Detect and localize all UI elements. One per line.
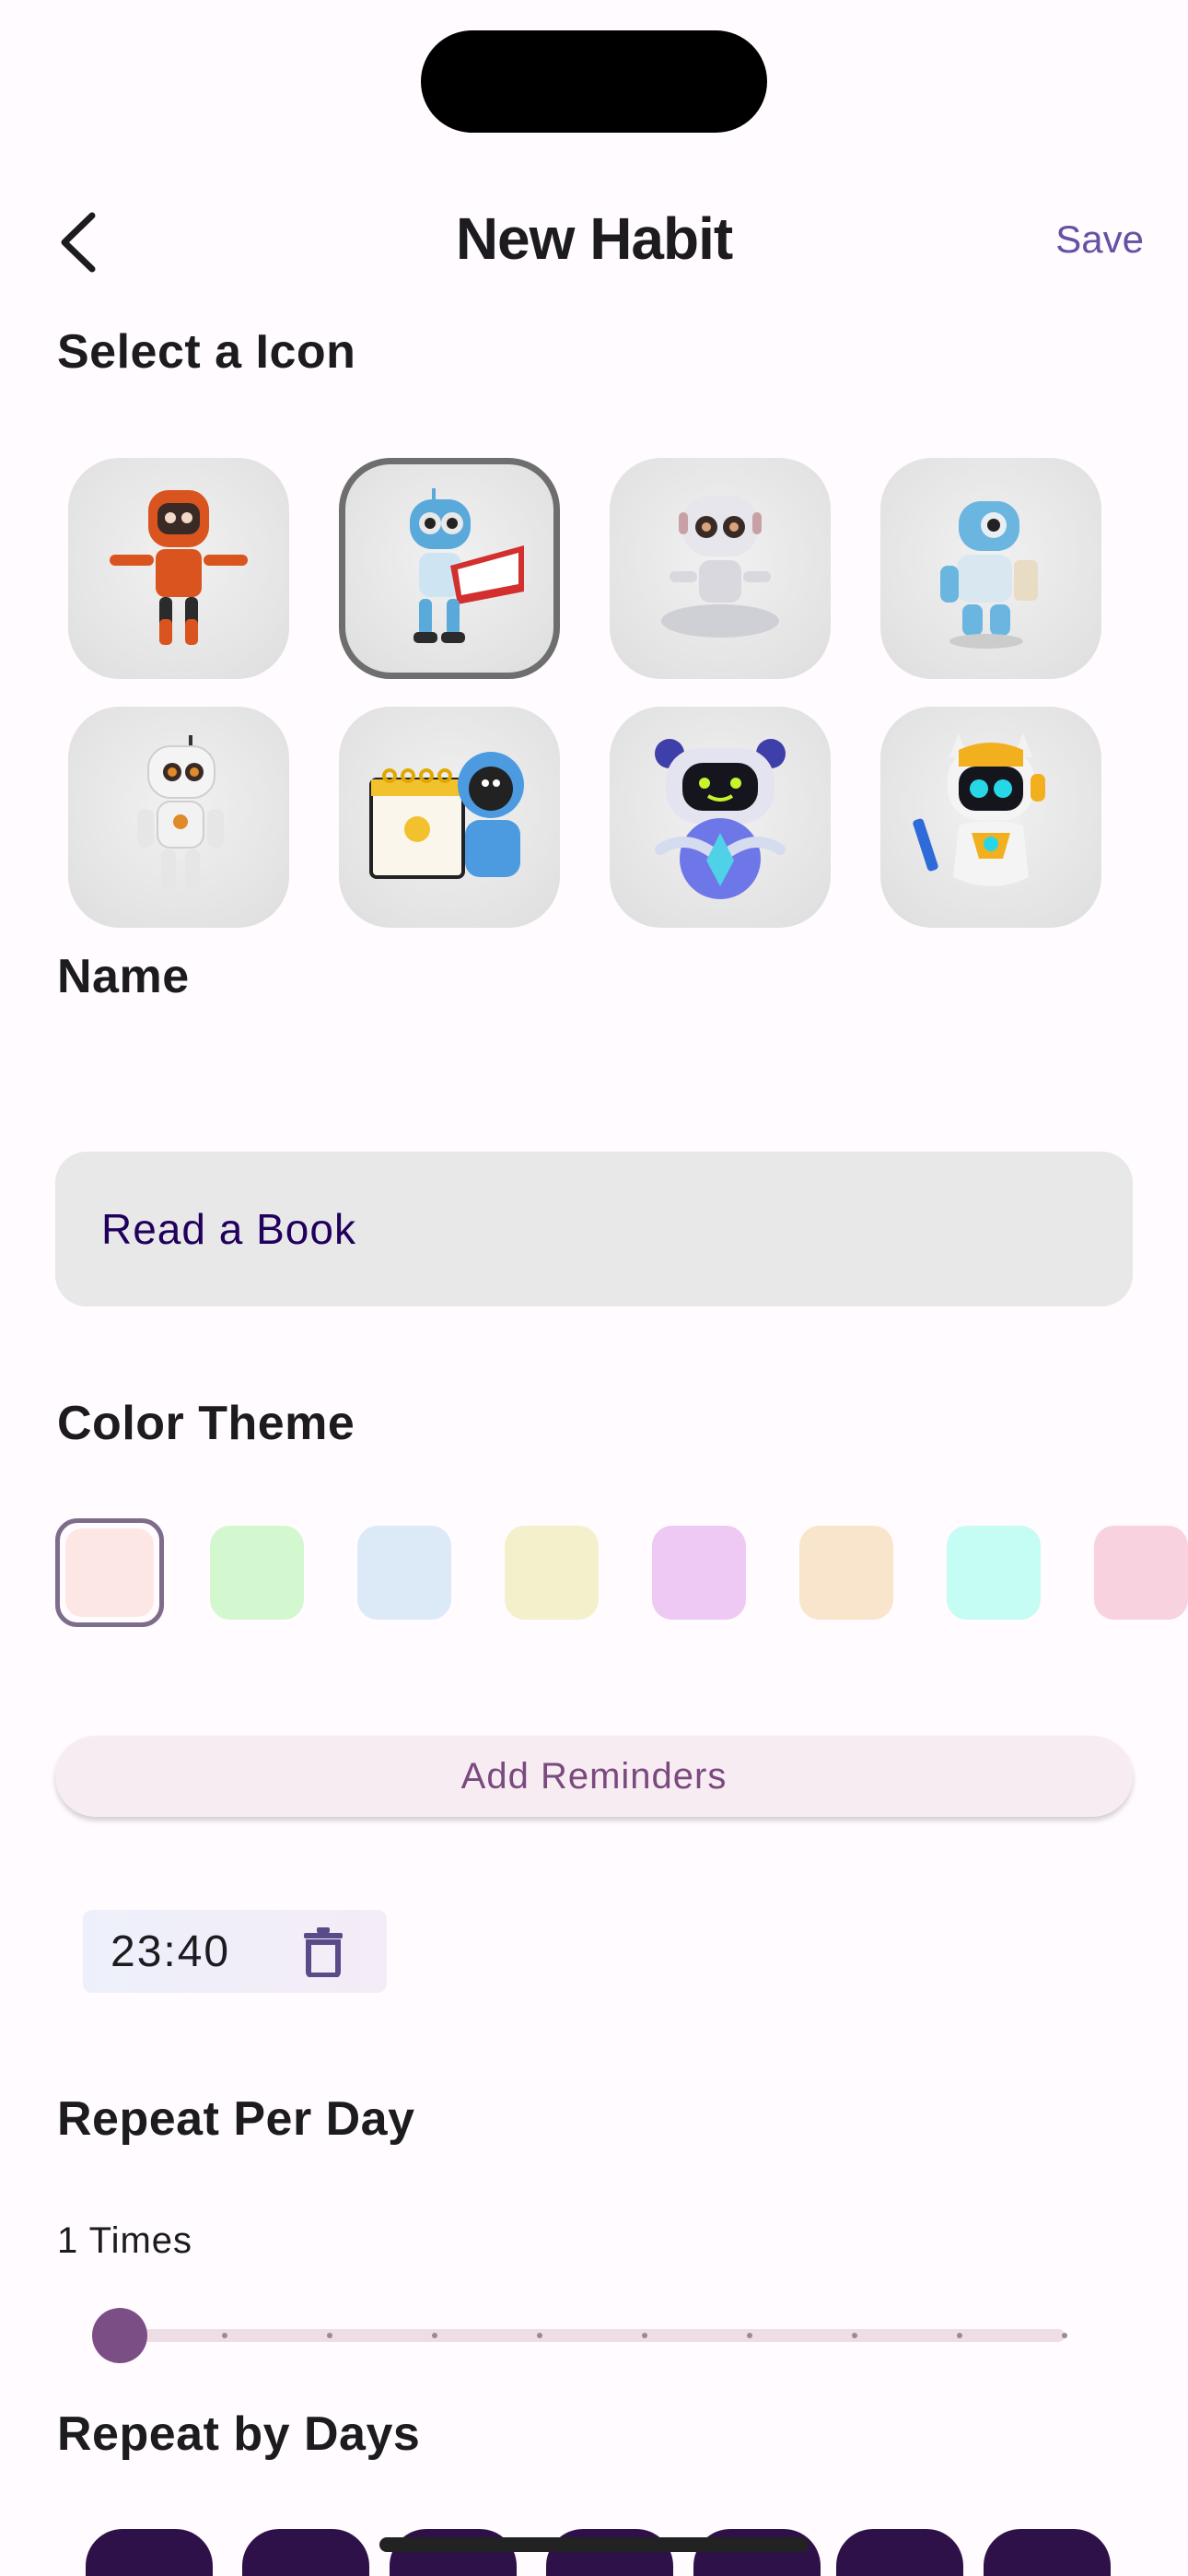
page-title: New Habit	[455, 205, 733, 272]
blue-ai-robot-icon	[655, 739, 786, 899]
calendar-robot-icon	[369, 752, 524, 879]
dynamic-island	[421, 30, 767, 133]
slider-tick	[747, 2333, 752, 2338]
color-theme-heading: Color Theme	[57, 1397, 355, 1450]
orange-robot-icon	[110, 490, 248, 645]
habit-name-input[interactable]	[99, 1203, 1133, 1255]
delete-reminder-button[interactable]	[293, 1921, 354, 1982]
reading-robot-icon	[410, 488, 524, 643]
swatch-fill	[65, 1528, 154, 1617]
day-button-6[interactable]	[836, 2529, 963, 2576]
drinking-robot-icon	[940, 501, 1038, 649]
icon-option-meditating-robot[interactable]	[610, 458, 831, 679]
icon-option-white-robot[interactable]	[68, 707, 289, 928]
reminder-time[interactable]: 23:40	[111, 1926, 230, 1977]
color-swatch-7[interactable]	[939, 1518, 1048, 1627]
add-reminders-button[interactable]: Add Reminders	[55, 1736, 1133, 1817]
icon-grid	[68, 458, 1101, 928]
slider-tick	[432, 2333, 437, 2338]
day-button-7[interactable]	[984, 2529, 1111, 2576]
slider-tick	[852, 2333, 857, 2338]
day-button-5[interactable]	[693, 2529, 821, 2576]
name-heading: Name	[57, 950, 190, 1003]
icon-option-blue-ai-robot[interactable]	[610, 707, 831, 928]
icon-option-yellow-writing-robot[interactable]	[880, 707, 1101, 928]
slider-tick	[327, 2333, 332, 2338]
repeat-per-day-heading: Repeat Per Day	[57, 2092, 415, 2146]
slider-tick	[537, 2333, 542, 2338]
icon-option-calendar-robot[interactable]	[339, 707, 560, 928]
color-swatch-3[interactable]	[350, 1518, 459, 1627]
white-robot-icon	[137, 735, 224, 890]
reminder-chip: 23:40	[83, 1910, 387, 1993]
icon-option-orange-robot[interactable]	[68, 458, 289, 679]
swatch-fill	[652, 1526, 746, 1620]
save-button[interactable]: Save	[1055, 217, 1144, 262]
color-swatch-5[interactable]	[645, 1518, 753, 1627]
name-field[interactable]	[55, 1152, 1133, 1306]
swatch-fill	[947, 1526, 1041, 1620]
app-bar: New Habit Save	[0, 184, 1188, 304]
slider-tick	[957, 2333, 962, 2338]
repeat-per-day-slider[interactable]	[92, 2308, 1067, 2363]
color-swatch-4[interactable]	[497, 1518, 606, 1627]
yellow-writing-robot-icon	[913, 733, 1045, 886]
swatch-fill	[799, 1526, 893, 1620]
icon-option-reading-robot[interactable]	[339, 458, 560, 679]
repeat-by-days-heading: Repeat by Days	[57, 2407, 421, 2461]
slider-tick	[642, 2333, 647, 2338]
swatch-fill	[505, 1526, 599, 1620]
color-swatch-2[interactable]	[203, 1518, 311, 1627]
new-habit-screen: New Habit Save Select a Icon Name Read a…	[0, 0, 1188, 2576]
day-button-4[interactable]	[546, 2529, 673, 2576]
slider-tick	[222, 2333, 227, 2338]
slider-track	[120, 2329, 1065, 2342]
color-swatch-1[interactable]	[55, 1518, 164, 1627]
select-icon-heading: Select a Icon	[57, 325, 356, 379]
meditating-robot-icon	[661, 496, 779, 638]
swatch-fill	[1094, 1526, 1188, 1620]
day-button-1[interactable]	[86, 2529, 213, 2576]
slider-thumb[interactable]	[92, 2308, 147, 2363]
swatch-fill	[210, 1526, 304, 1620]
trash-icon	[304, 1927, 343, 1977]
repeat-count-label: 1 Times	[57, 2220, 193, 2261]
color-swatch-6[interactable]	[792, 1518, 901, 1627]
home-indicator	[379, 2537, 809, 2552]
day-buttons-row	[86, 2529, 1111, 2576]
color-swatch-8[interactable]	[1087, 1518, 1188, 1627]
swatch-fill	[357, 1526, 451, 1620]
day-button-2[interactable]	[242, 2529, 369, 2576]
icon-option-drinking-robot[interactable]	[880, 458, 1101, 679]
slider-tick	[1062, 2333, 1067, 2338]
day-button-3[interactable]	[390, 2529, 517, 2576]
color-swatch-row	[55, 1518, 1188, 1627]
